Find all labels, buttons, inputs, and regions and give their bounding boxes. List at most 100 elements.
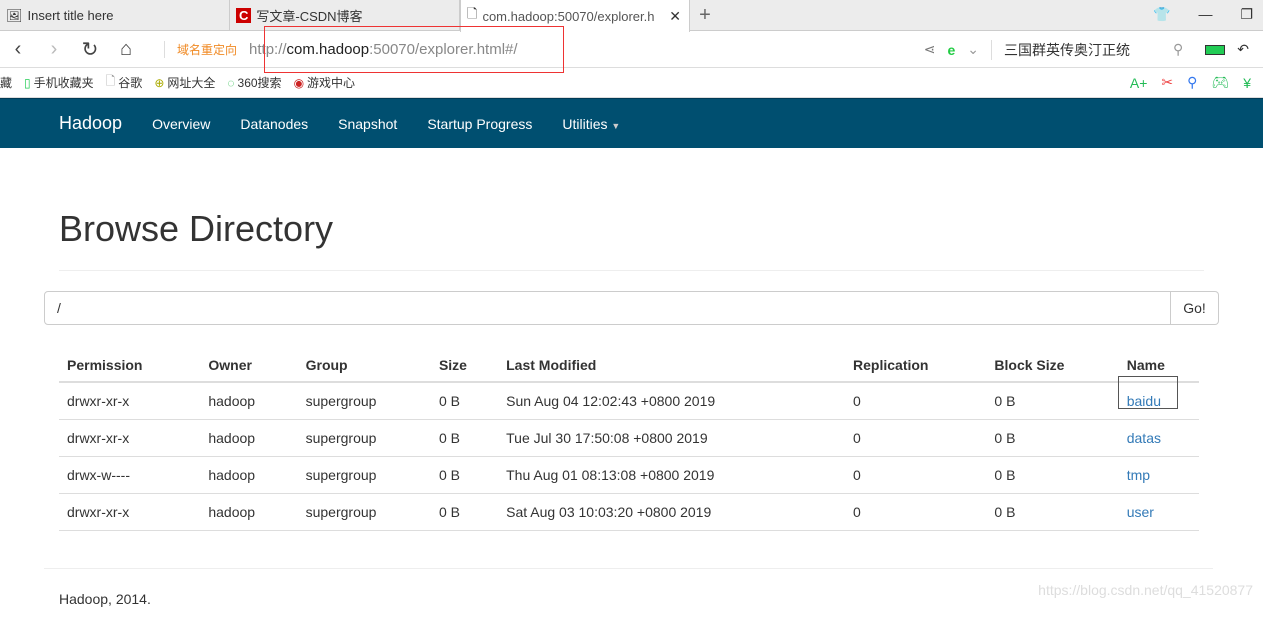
bookmark-google[interactable]: 🗋 谷歌 [106,72,143,93]
360-icon: ◌ [227,75,235,90]
key-search-icon[interactable]: ⚲ [1187,74,1197,91]
column-header[interactable]: Block Size [986,345,1119,383]
directory-link[interactable]: baidu [1127,393,1161,409]
url-rest: :50070/explorer.html#/ [369,40,518,58]
table-cell: hadoop [200,493,298,531]
bookmark-label: 网址大全 [167,76,216,90]
phone-icon: ▯ [24,75,31,90]
column-header[interactable]: Permission [59,345,201,383]
table-cell: drwx-w---- [59,456,201,494]
search-icon[interactable]: ⚲ [1173,41,1183,58]
bookmark-sites[interactable]: ⊕ 网址大全 [154,74,215,91]
document-icon: 🗋 [467,6,478,21]
gamepad-icon[interactable]: 🎮︎ [1211,74,1229,91]
battery-icon[interactable] [1205,44,1226,55]
bookmark-label: 360搜索 [237,76,282,90]
table-row: drwxr-xr-x hadoop supergroup 0 B Tue Jul 30 … [59,419,1199,457]
table-cell: Sat Aug 03 10:03:20 +0800 2019 [498,493,846,531]
directory-link[interactable]: user [1127,504,1154,520]
footer: Hadoop, 2014. [44,568,1213,629]
directory-table: Permission Owner Group Size Last Modified Rep… [59,345,1199,531]
table-cell: supergroup [297,382,431,420]
column-header[interactable]: Name [1118,345,1199,383]
column-header[interactable]: Size [430,345,499,383]
scissors-icon[interactable]: ✂ [1161,74,1173,91]
go-button[interactable]: Go! [1171,291,1219,325]
game-icon: ◉ [293,75,305,90]
column-header[interactable]: Owner [200,345,298,383]
bookmarks-bar: 藏 ▯ 手机收藏夹 🗋 谷歌 ⊕ 网址大全 ◌ 360搜索 ◉ 游戏中心 A+ ✂ ⚲ 🎮… [0,68,1263,98]
table-cell: datas [1118,419,1199,457]
bookmark-label: 游戏中心 [307,76,356,90]
undo-icon[interactable]: ↶ [1237,41,1249,58]
table-cell: 0 B [986,493,1119,531]
nav-snapshot[interactable]: Snapshot [338,116,397,132]
bookmark-mobile[interactable]: ▯ 手机收藏夹 [24,74,94,91]
table-cell: hadoop [200,382,298,420]
table-row: drwxr-xr-x hadoop supergroup 0 B Sun Aug 04 … [59,382,1199,420]
tab-bar: 🖼 Insert title here C 写文章-CSDN博客 🗋 com.hado… [0,0,1263,32]
table-cell: 0 [845,419,987,457]
nav-utilities[interactable]: Utilities ▼ [562,116,620,132]
url-input[interactable]: http://com.hadoop:50070/explorer.html#/ [249,41,518,58]
table-cell: hadoop [200,456,298,494]
table-cell: hadoop [200,419,298,457]
ie-icon[interactable]: e [947,42,955,58]
table-cell: baidu [1118,382,1199,420]
table-cell: 0 [845,493,987,531]
table-cell: 0 [845,382,987,420]
watermark: https://blog.csdn.net/qq_41520877 [1038,582,1253,598]
table-cell: drwxr-xr-x [59,493,201,531]
table-cell: 0 B [986,382,1119,420]
close-tab-icon[interactable]: ✕ [669,8,681,25]
shield-yen-icon[interactable]: ¥ [1243,74,1251,91]
skin-icon[interactable]: 👕 [1153,6,1170,23]
bookmark-favorites[interactable]: 藏 [0,74,12,91]
column-header[interactable]: Group [297,345,431,383]
table-cell: 0 B [430,456,499,494]
table-cell: 0 B [986,419,1119,457]
share-icon[interactable]: ⋖ [924,41,936,58]
new-tab-button[interactable]: + [690,0,720,30]
table-cell: 0 B [986,456,1119,494]
back-button[interactable]: ‹ [0,38,36,61]
search-box[interactable]: 三国群英传奥汀正统 [991,39,1161,60]
tab-csdn[interactable]: C 写文章-CSDN博客 [230,0,460,31]
chevron-down-icon[interactable]: ⌄ [967,41,979,58]
tab-insert-title[interactable]: 🖼 Insert title here [0,0,230,31]
translate-icon[interactable]: A+ [1130,74,1148,91]
hadoop-navbar: Hadoop Overview Datanodes Snapshot Start… [0,98,1263,148]
table-cell: Thu Aug 01 08:13:08 +0800 2019 [498,456,846,494]
nav-startup-progress[interactable]: Startup Progress [427,116,532,132]
url-host: com.hadoop [286,40,370,58]
document-icon: 🗋 [105,74,116,88]
nav-datanodes[interactable]: Datanodes [240,116,308,132]
tab-label: com.hadoop:50070/explorer.h [482,8,655,24]
reload-button[interactable]: ↻ [72,37,108,62]
minimize-button[interactable]: — [1198,6,1212,23]
forward-button[interactable]: › [36,38,72,61]
directory-link[interactable]: datas [1127,430,1161,446]
column-header[interactable]: Last Modified [498,345,846,383]
table-cell: 0 B [430,493,499,531]
redirect-label: 域名重定向 [164,40,237,58]
page-title: Browse Directory [59,208,1204,271]
table-cell: Tue Jul 30 17:50:08 +0800 2019 [498,419,846,457]
plus-circle-icon: ⊕ [154,75,165,90]
table-cell: 0 B [430,382,499,420]
bookmark-360[interactable]: ◌ 360搜索 [227,74,281,91]
path-input[interactable]: / [44,291,1171,325]
nav-overview[interactable]: Overview [152,116,210,132]
table-cell: supergroup [297,419,431,457]
directory-link[interactable]: tmp [1127,467,1150,483]
restore-button[interactable]: ❐ [1240,6,1253,23]
bookmark-games[interactable]: ◉ 游戏中心 [294,74,356,91]
table-cell: tmp [1118,456,1199,494]
address-bar: ‹ › ↻ ⌂ 域名重定向 http://com.hadoop:50070/ex… [0,31,1263,68]
table-row: drwx-w---- hadoop supergroup 0 B Thu Aug 01 … [59,456,1199,494]
home-button[interactable]: ⌂ [108,38,144,61]
brand-link[interactable]: Hadoop [59,113,122,134]
column-header[interactable]: Replication [845,345,987,383]
table-cell: 0 [845,456,987,494]
tab-hadoop[interactable]: 🗋 com.hadoop:50070/explorer.h ✕ [460,0,690,32]
